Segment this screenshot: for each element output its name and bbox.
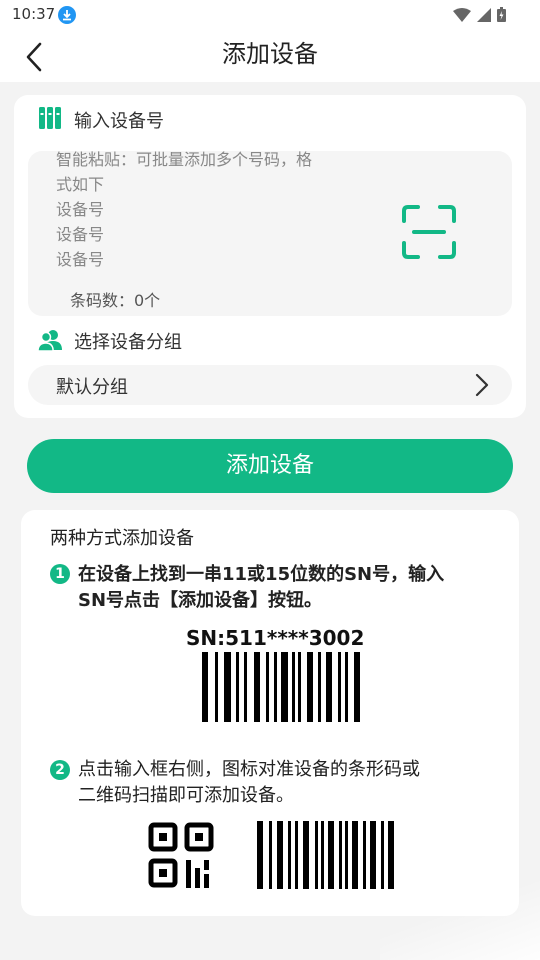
add-device-button[interactable]: 添加设备	[27, 439, 513, 493]
placeholder-line: 设备号	[56, 250, 105, 269]
barcode-illustration	[202, 652, 360, 722]
device-group-value: 默认分组	[56, 377, 128, 398]
step-1-badge: 1	[50, 564, 70, 584]
step-2-line: 点击输入框右侧，图标对准设备的条形码或	[78, 759, 420, 780]
device-number-label: 输入设备号	[74, 111, 164, 132]
step-2-badge: 2	[50, 760, 70, 780]
placeholder-line: 智能粘贴：可批量添加多个号码，格	[56, 150, 313, 169]
sn-example: SN:511****3002	[186, 626, 365, 650]
wifi-icon	[453, 7, 471, 22]
step-1-line: 在设备上找到一串11或15位数的SN号，输入	[78, 564, 445, 585]
help-card: 两种方式添加设备 1 在设备上找到一串11或15位数的SN号，输入 SN号点击【…	[21, 510, 519, 916]
placeholder-line: 设备号	[56, 200, 105, 219]
chevron-right-icon	[475, 373, 489, 397]
users-icon	[38, 330, 62, 352]
placeholder-line: 设备号	[56, 225, 105, 244]
corner-decoration	[380, 880, 540, 960]
books-icon	[39, 107, 61, 129]
signal-icon	[477, 7, 491, 22]
system-icons	[453, 7, 506, 22]
device-group-select[interactable]: 默认分组	[28, 365, 512, 405]
download-icon	[58, 6, 76, 24]
status-time: 10:37	[12, 5, 56, 23]
header: 添加设备	[0, 30, 540, 82]
step-2-text: 点击输入框右侧，图标对准设备的条形码或 二维码扫描即可添加设备。	[78, 757, 420, 809]
placeholder-line: 式如下	[56, 175, 105, 194]
step-1-line: SN号点击【添加设备】按钮。	[78, 590, 323, 611]
device-group-label: 选择设备分组	[74, 332, 182, 353]
scan-icon[interactable]	[400, 203, 458, 261]
status-bar: 10:37	[0, 0, 540, 30]
barcode-count: 条码数：0个	[70, 291, 161, 310]
step-2-line: 二维码扫描即可添加设备。	[78, 785, 294, 806]
qr-code-icon	[148, 822, 214, 888]
device-input-card: 输入设备号 智能粘贴：可批量添加多个号码，格 式如下 设备号 设备号 设备号 条…	[14, 95, 526, 418]
help-title: 两种方式添加设备	[50, 528, 194, 549]
device-number-placeholder: 智能粘贴：可批量添加多个号码，格 式如下 设备号 设备号 设备号	[56, 147, 346, 272]
battery-icon	[497, 7, 506, 22]
page-title: 添加设备	[222, 40, 318, 68]
barcode-icon	[257, 821, 394, 889]
step-1-text: 在设备上找到一串11或15位数的SN号，输入 SN号点击【添加设备】按钮。	[78, 562, 444, 614]
